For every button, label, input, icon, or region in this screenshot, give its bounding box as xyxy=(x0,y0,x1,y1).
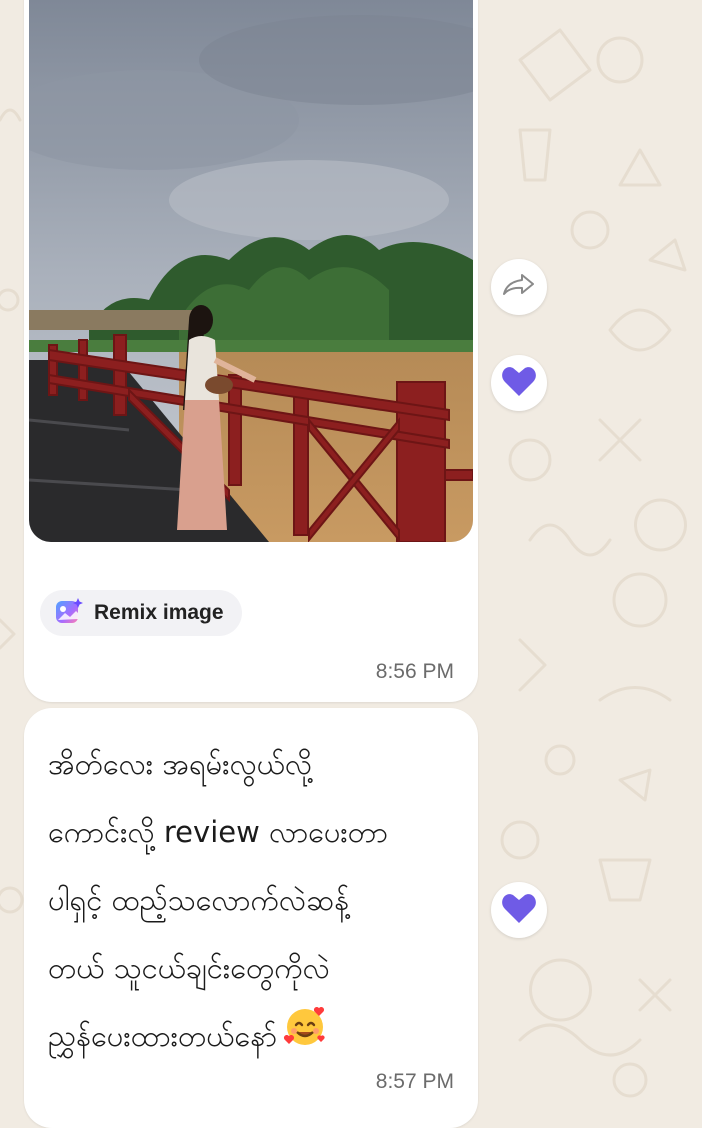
heart-icon xyxy=(501,364,537,402)
message-line-last: ညွှန်ပေးထားတယ်နော် xyxy=(48,1002,458,1070)
message-text: အိတ်လေး အရမ်းလွယ်လို့ ကောင်းလို့ review … xyxy=(48,730,458,1070)
photo-message-bubble[interactable]: Remix image 8:56 PM xyxy=(24,0,478,702)
text-reaction-button[interactable] xyxy=(491,882,547,938)
forward-button[interactable] xyxy=(491,259,547,315)
message-line: ပါရှင့် ထည့်သလောက်လဲဆန့် xyxy=(48,883,350,917)
remix-image-button[interactable]: Remix image xyxy=(40,590,242,636)
message-line: ကောင်းလို့ review လာပေးတာ xyxy=(48,815,388,849)
forward-icon xyxy=(502,272,536,302)
photo-reaction-button[interactable] xyxy=(491,355,547,411)
shared-photo[interactable] xyxy=(29,0,473,542)
message-timestamp: 8:56 PM xyxy=(375,660,454,683)
message-timestamp: 8:57 PM xyxy=(375,1070,454,1093)
text-message-bubble[interactable]: အိတ်လေး အရမ်းလွယ်လို့ ကောင်းလို့ review … xyxy=(24,708,478,1128)
heart-icon xyxy=(501,891,537,929)
message-line: တယ် သူငယ်ချင်းတွေကိုလဲ xyxy=(48,951,330,985)
smiling-face-with-hearts-emoji xyxy=(283,1004,327,1072)
message-line-text: ညွှန်ပေးထားတယ်နော် xyxy=(48,1019,278,1053)
message-line: အိတ်လေး အရမ်းလွယ်လို့ xyxy=(48,747,313,781)
remix-image-label: Remix image xyxy=(94,601,224,624)
remix-sparkle-icon xyxy=(54,596,84,630)
